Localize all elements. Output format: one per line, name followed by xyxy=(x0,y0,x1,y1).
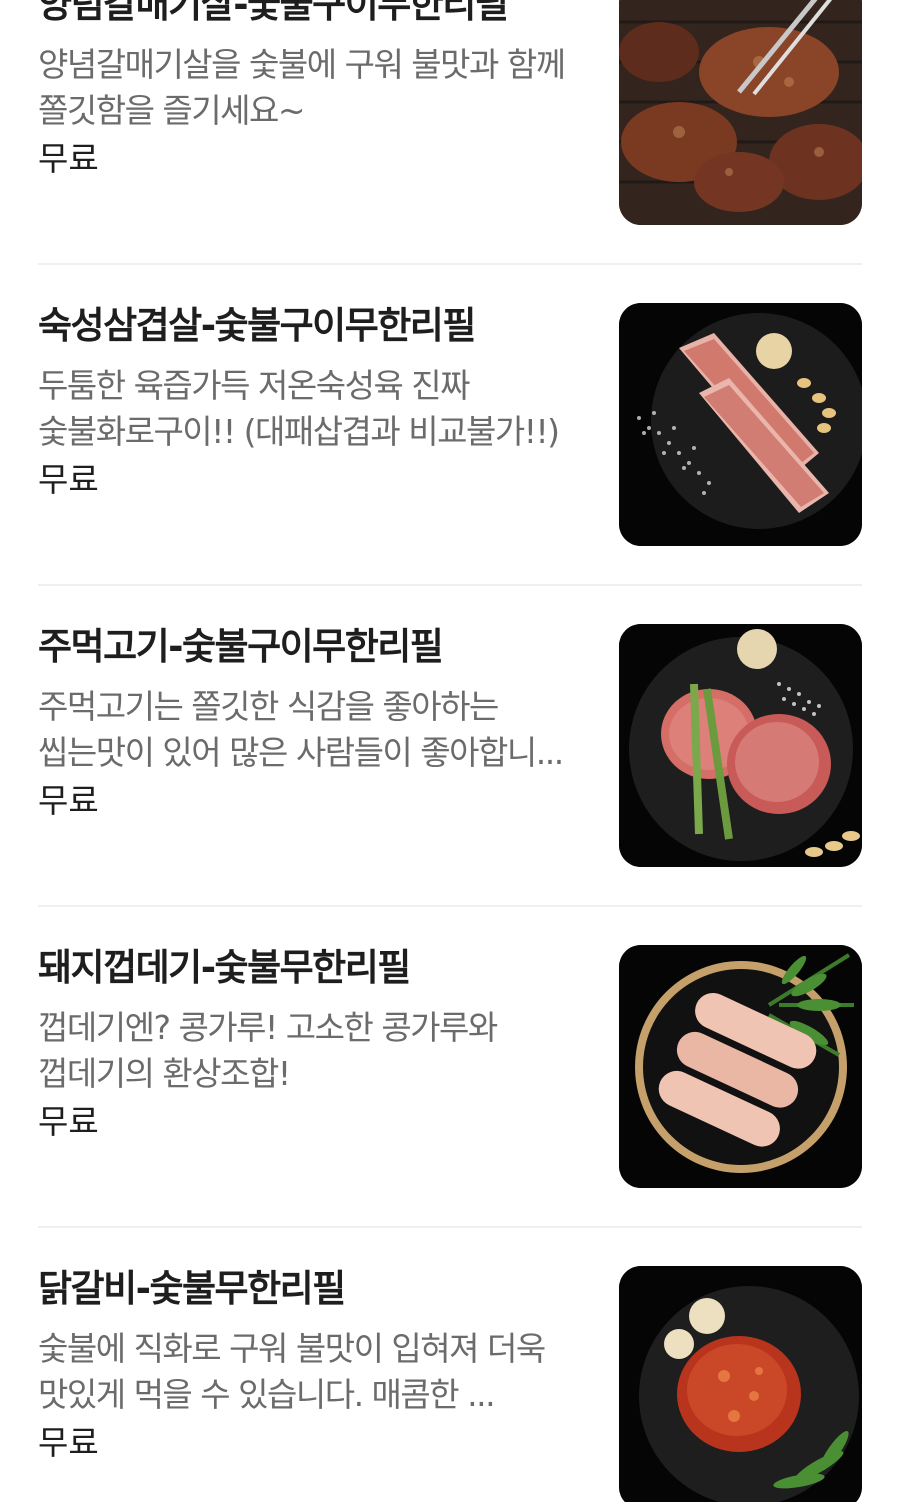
menu-item-spicy-chicken[interactable]: 닭갈비-숯불무한리필 숯불에 직화로 구워 불맛이 입혀져 더욱 맛있게 먹을 … xyxy=(38,1266,862,1502)
divider xyxy=(38,905,862,907)
menu-item-name: 양념갈매기살-숯불구이무한리필 xyxy=(38,0,509,26)
menu-item-name: 닭갈비-숯불무한리필 xyxy=(38,1267,346,1310)
spicy-chicken-photo xyxy=(619,1266,862,1502)
menu-item-marinated-pork-skirt[interactable]: 양념갈매기살-숯불구이무한리필 양념갈매기살을 숯불에 구워 불맛과 함께 쫄깃… xyxy=(38,0,862,226)
menu-item-pork-neck[interactable]: 주먹고기-숯불구이무한리필 주먹고기는 쫄깃한 식감을 좋아하는 씹는맛이 있어… xyxy=(38,624,862,868)
menu-item-price: 무료 xyxy=(38,781,99,820)
divider xyxy=(38,263,862,265)
menu-list: 양념갈매기살-숯불구이무한리필 양념갈매기살을 숯불에 구워 불맛과 함께 쫄깃… xyxy=(0,0,900,1502)
menu-item-name: 숙성삼겹살-숯불구이무한리필 xyxy=(38,304,476,347)
divider xyxy=(38,1226,862,1228)
menu-item-description: 숯불에 직화로 구워 불맛이 입혀져 더욱 맛있게 먹을 수 있습니다. 매콤한… xyxy=(38,1329,546,1414)
pork-neck-photo xyxy=(619,624,862,867)
pork-belly-photo xyxy=(619,303,862,546)
menu-item-price: 무료 xyxy=(38,460,99,499)
pork-skin-photo xyxy=(619,945,862,1188)
menu-item-pork-skin[interactable]: 돼지껍데기-숯불무한리필 껍데기엔? 콩가루! 고소한 콩가루와 껍데기의 환상… xyxy=(38,945,862,1189)
divider xyxy=(38,584,862,586)
menu-item-name: 주먹고기-숯불구이무한리필 xyxy=(38,625,444,668)
marinated-pork-skirt-photo xyxy=(619,0,862,225)
menu-item-name: 돼지껍데기-숯불무한리필 xyxy=(38,946,411,989)
menu-item-description: 껍데기엔? 콩가루! 고소한 콩가루와 껍데기의 환상조합! xyxy=(38,1008,498,1093)
menu-item-description: 주먹고기는 쫄깃한 식감을 좋아하는 씹는맛이 있어 많은 사람들이 좋아합니.… xyxy=(38,687,564,772)
menu-item-pork-belly[interactable]: 숙성삼겹살-숯불구이무한리필 두툼한 육즙가득 저온숙성육 진짜 숯불화로구이!… xyxy=(38,303,862,547)
menu-item-price: 무료 xyxy=(38,1423,99,1462)
menu-item-price: 무료 xyxy=(38,139,99,178)
menu-item-description: 양념갈매기살을 숯불에 구워 불맛과 함께 쫄깃함을 즐기세요~ xyxy=(38,45,566,130)
menu-item-description: 두툼한 육즙가득 저온숙성육 진짜 숯불화로구이!! (대패삽겹과 비교불가!!… xyxy=(38,366,560,451)
menu-item-price: 무료 xyxy=(38,1102,99,1141)
